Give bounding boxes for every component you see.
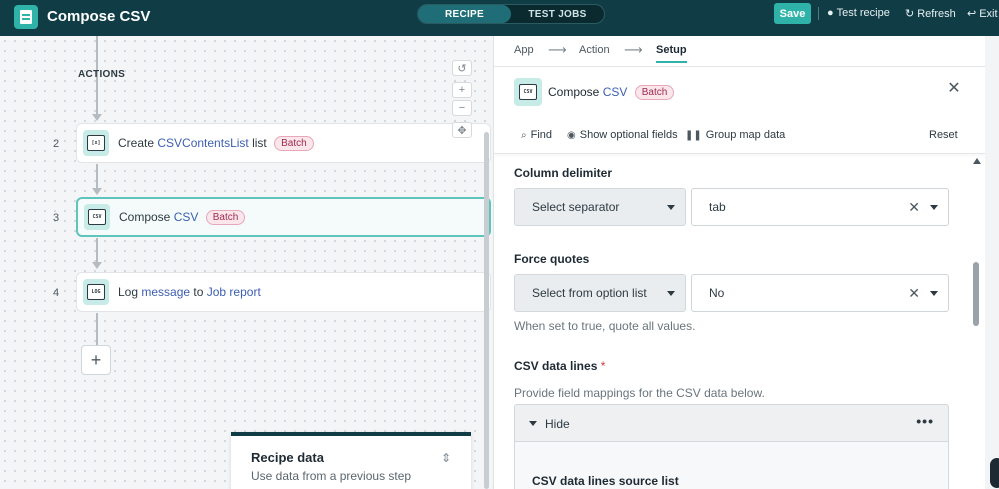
zoom-in-icon[interactable]: + [452,82,472,98]
csv-data-lines-hint: Provide field mappings for the CSV data … [514,386,765,400]
column-delimiter-value[interactable]: tab ✕ [691,188,949,226]
panel-scrollbar[interactable] [971,158,981,489]
arrow-right-icon: ⟶ [624,42,643,57]
add-step-button[interactable]: + [81,345,111,375]
flow-arrow-icon [92,262,102,269]
scroll-up-icon[interactable] [973,158,981,164]
actions-section-label: ACTIONS [78,69,126,80]
zoom-out-icon[interactable]: − [452,100,472,116]
step-label: Create CSVContentsList list Batch [118,135,314,151]
show-optional-fields-button[interactable]: ◉ Show optional fields [567,129,678,141]
close-icon[interactable]: ✕ [946,81,962,97]
chat-launcher-icon[interactable] [990,458,999,488]
exit-button[interactable]: ↩ Exit [967,7,998,21]
source-list-label: CSV data lines source list [532,474,679,488]
csv-file-icon: CSV [514,78,542,106]
chevron-down-icon[interactable] [930,205,938,210]
refresh-icon: ↻ [905,8,915,20]
csv-data-lines-label: CSV data lines * [514,359,606,373]
fit-view-icon[interactable]: ✥ [452,122,472,138]
batch-badge: Batch [634,85,675,100]
canvas-scrollbar[interactable] [484,132,489,489]
panel-header: CSV Compose CSV Batch ✕ [494,67,985,117]
csv-data-lines-toggle[interactable]: Hide ••• [514,404,949,442]
panel-toolbar: ⌕ Find ◉ Show optional fields ❚❚ Group map … [494,117,985,154]
expand-icon[interactable]: ⇕ [441,451,451,465]
step-number: 4 [52,287,60,299]
zoom-controls: ↺ + − ✥ [452,60,472,138]
variable-list-icon: [x] [83,130,109,156]
reset-view-icon[interactable]: ↺ [452,60,472,76]
more-options-icon[interactable]: ••• [916,413,934,429]
flow-connector [96,164,98,188]
toolbar-divider [818,7,819,20]
reset-button[interactable]: Reset [929,129,958,141]
flow-arrow-icon [92,188,102,195]
log-file-icon: LOG [83,279,109,305]
required-marker: * [600,359,606,373]
recipe-data-panel[interactable]: Recipe data Use data from a previous ste… [231,432,471,489]
flow-connector [96,313,98,345]
force-quotes-hint: When set to true, quote all values. [514,319,696,333]
page-title: Compose CSV [47,8,151,25]
recipe-canvas: ACTIONS 2 [x] Create CSVContentsList lis… [0,36,492,489]
step-label: Log message to Job report [118,285,261,299]
arrow-right-icon: ⟶ [548,42,567,57]
step-create-list[interactable]: [x] Create CSVContentsList list Batch [76,123,491,163]
crumb-app[interactable]: App [514,44,534,56]
scrollbar-thumb[interactable] [973,262,979,326]
mode-toggle: RECIPE TEST JOBS [417,4,605,24]
window-gutter [985,36,999,489]
test-recipe-button[interactable]: ● Test recipe [827,7,890,19]
column-delimiter-label: Column delimiter [514,166,613,180]
clear-icon[interactable]: ✕ [908,285,920,301]
force-quotes-label: Force quotes [514,252,590,266]
exit-icon: ↩ [967,8,977,20]
step-number: 2 [52,138,60,150]
chevron-down-icon [667,205,675,210]
tab-recipe[interactable]: RECIPE [418,5,511,23]
find-button[interactable]: ⌕ Find [521,129,552,141]
step-compose-csv[interactable]: CSV Compose CSV Batch [76,197,491,237]
record-icon: ● [827,7,834,19]
eye-icon: ◉ [567,129,576,141]
step-label: Compose CSV Batch [119,209,246,225]
step-number: 3 [52,212,60,224]
search-icon: ⌕ [521,129,527,141]
breadcrumb: App ⟶ Action ⟶ Setup [494,36,985,67]
flow-connector [96,238,98,262]
recipe-data-title: Recipe data [251,450,324,465]
save-button[interactable]: Save [774,3,811,24]
crumb-setup[interactable]: Setup [656,44,687,63]
tab-test-jobs[interactable]: TEST JOBS [511,5,604,23]
group-map-data-button[interactable]: ❚❚ Group map data [685,129,785,141]
setup-form: Column delimiter Select separator tab ✕ … [494,154,985,489]
batch-badge: Batch [205,209,246,225]
column-delimiter-mode-select[interactable]: Select separator [514,188,686,226]
clear-icon[interactable]: ✕ [908,199,920,215]
csv-file-icon: CSV [84,204,110,230]
chevron-down-icon [529,421,537,426]
chevron-down-icon [667,291,675,296]
refresh-button[interactable]: ↻ Refresh [905,7,956,21]
flow-arrow-icon [92,114,102,121]
recipe-doc-icon [14,5,38,29]
step-log-message[interactable]: LOG Log message to Job report [76,272,491,312]
top-bar: Compose CSV RECIPE TEST JOBS Save ● Test … [0,0,999,36]
step-config-panel: App ⟶ Action ⟶ Setup CSV Compose CSV Bat… [493,36,985,489]
force-quotes-mode-select[interactable]: Select from option list [514,274,686,312]
csv-data-lines-body: CSV data lines source list [514,442,949,489]
crumb-action[interactable]: Action [579,44,610,56]
force-quotes-value[interactable]: No ✕ [691,274,949,312]
recipe-data-subtitle: Use data from a previous step [251,469,412,483]
batch-badge: Batch [274,135,314,151]
panel-title: Compose CSV Batch [548,85,675,100]
chevron-down-icon[interactable] [930,291,938,296]
columns-icon: ❚❚ [685,129,702,141]
